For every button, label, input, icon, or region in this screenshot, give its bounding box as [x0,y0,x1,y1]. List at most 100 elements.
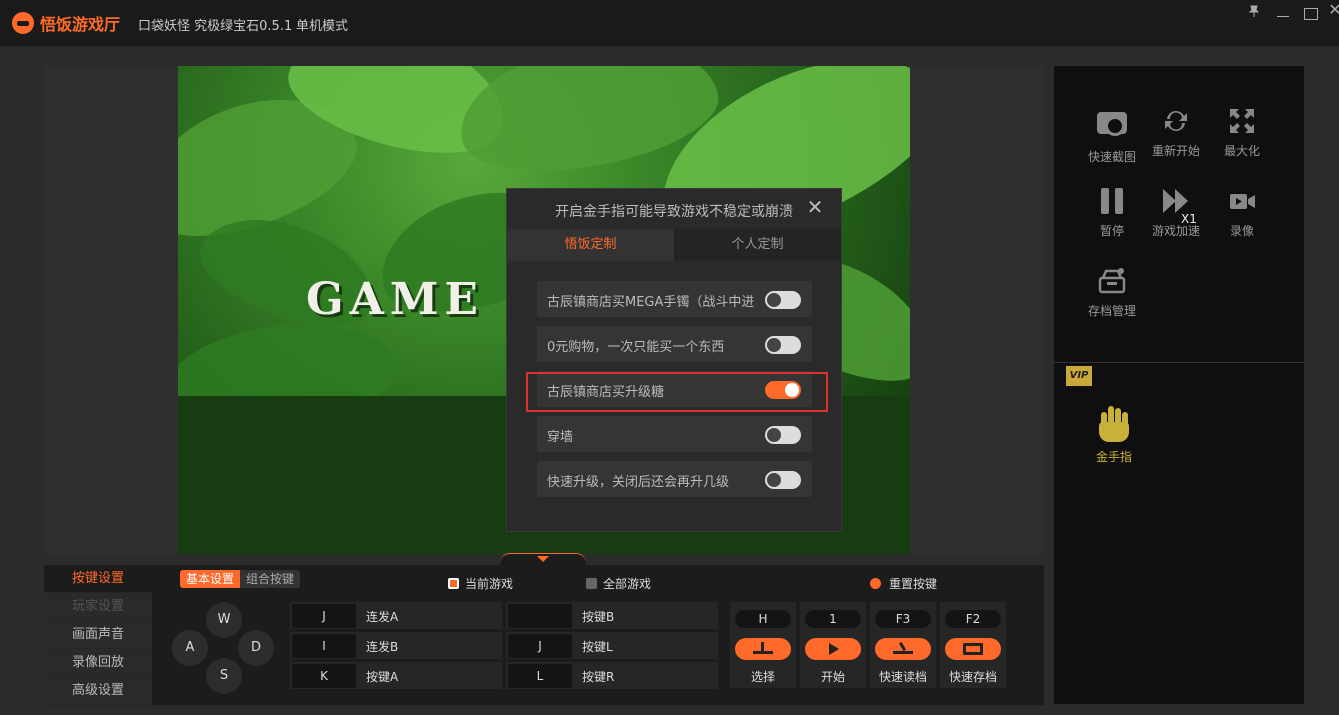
tab-wufan-custom[interactable]: 悟饭定制 [507,229,674,261]
key-binding[interactable] [508,604,572,628]
mode-label: 单机模式 [296,19,349,34]
game-screen-text: GAME [306,274,484,325]
pin-icon[interactable] [1243,4,1265,22]
refresh-icon [1161,106,1191,136]
highlight-box [526,372,828,412]
key-binding[interactable]: 1 [805,610,861,628]
start-button[interactable] [805,638,861,660]
key-cell[interactable]: I 连发B [290,632,502,659]
cheat-label: 0元购物，一次只能买一个东西 [547,340,725,355]
hand-icon [1097,406,1131,442]
pause-button[interactable]: 暂停 [1082,186,1142,239]
scope-all-games[interactable]: 全部游戏 [586,575,651,592]
title-bar: 悟饭游戏厅 口袋妖怪 究极绿宝石0.5.1 单机模式 ✕ [0,0,1339,46]
dpad-down-key[interactable]: S [206,658,242,694]
camera-icon [1097,112,1127,142]
side-divider [1054,362,1304,363]
key-cell[interactable]: K 按键A [290,662,502,689]
save-icon [963,643,983,655]
tool-label: 暂停 [1099,224,1124,238]
tool-label: 游戏加速 [1151,224,1200,238]
key-binding[interactable]: J [508,634,572,658]
speed-badge: X1 [1181,212,1197,226]
tab-combo-keys[interactable]: 组合按键 [240,570,301,588]
key-cell[interactable]: J 连发A [290,602,502,629]
minimize-button[interactable] [1272,4,1294,22]
key-action: 连发B [366,640,399,654]
cheat-button[interactable]: 金手指 [1084,406,1144,465]
key-action: 按键R [582,670,615,684]
dialog-close-icon[interactable]: ✕ [805,197,825,217]
scope-current-game[interactable]: 当前游戏 [448,575,513,592]
tool-label: 最大化 [1223,144,1260,158]
tab-personal-custom[interactable]: 个人定制 [674,229,841,261]
quick-save-block: F2 快速存档 [940,602,1006,688]
select-button[interactable] [735,638,791,660]
archive-icon [1097,266,1127,296]
cheat-dialog: 开启金手指可能导致游戏不稳定或崩溃 ✕ 悟饭定制 个人定制 古辰镇商店买MEGA… [506,188,842,532]
cheat-item[interactable]: 0元购物，一次只能买一个东西 [537,326,812,362]
fast-forward-icon: X1 [1161,186,1197,226]
key-binding[interactable]: H [735,610,791,628]
menu-player-settings[interactable]: 玩家设置 [44,593,152,621]
quick-save-button[interactable] [945,638,1001,660]
reset-dot-icon [870,578,881,589]
screenshot-button[interactable]: 快速截图 [1082,106,1142,165]
cheat-item[interactable]: 古辰镇商店买MEGA手镯（战斗中进 [537,281,812,317]
speed-up-button[interactable]: X1 游戏加速 [1146,186,1206,239]
select-key-block: H 选择 [730,602,796,688]
close-window-button[interactable]: ✕ [1324,0,1339,19]
tool-label: 重新开始 [1151,144,1200,158]
quick-load-button[interactable] [875,638,931,660]
reset-keys-label: 重置按键 [889,577,938,591]
menu-advanced[interactable]: 高级设置 [44,677,152,705]
record-button[interactable]: 录像 [1212,186,1272,239]
scope-all-label: 全部游戏 [603,577,652,591]
key-binding[interactable]: F3 [875,610,931,628]
reset-keys-button[interactable]: 重置按键 [870,575,937,592]
menu-key-settings[interactable]: 按键设置 [44,565,152,593]
key-binding[interactable]: L [508,664,572,688]
dpad-up-key[interactable]: W [206,602,242,638]
fn-label: 开始 [820,670,845,684]
cheat-label: 古辰镇商店买MEGA手镯（战斗中进 [547,295,755,310]
key-action: 按键L [582,640,613,654]
key-binding[interactable]: F2 [945,610,1001,628]
menu-video-audio[interactable]: 画面声音 [44,621,152,649]
radio-unchecked-icon [586,578,597,589]
key-action: 连发A [366,610,399,624]
radio-checked-icon [448,578,459,589]
tool-label: 快速截图 [1087,150,1136,164]
dialog-title: 开启金手指可能导致游戏不稳定或崩溃 [555,204,793,220]
save-manager-button[interactable]: 存档管理 [1082,266,1142,319]
quick-load-block: F3 快速读档 [870,602,936,688]
key-binding[interactable]: I [292,634,356,658]
tool-label: 存档管理 [1087,304,1136,318]
cheat-item[interactable]: 快速升级，关闭后还会再升几级 [537,461,812,497]
key-cell[interactable]: 按键B [506,602,718,629]
dpad-left-key[interactable]: A [172,630,208,666]
fn-label: 选择 [750,670,775,684]
restart-button[interactable]: 重新开始 [1146,106,1206,159]
key-cell[interactable]: L 按键R [506,662,718,689]
maximize-button[interactable] [1299,4,1321,22]
cheat-toggle[interactable] [765,336,801,354]
vip-badge: VIP [1066,366,1092,386]
key-binding[interactable]: K [292,664,356,688]
fn-label: 快速存档 [948,670,997,684]
cheat-label: 穿墙 [547,430,574,445]
cheat-toggle[interactable] [765,471,801,489]
dpad-right-key[interactable]: D [238,630,274,666]
cheat-toggle[interactable] [765,426,801,444]
key-action: 按键A [366,670,399,684]
pause-icon [1097,186,1127,216]
menu-replay[interactable]: 录像回放 [44,649,152,677]
cheat-toggle[interactable] [765,291,801,309]
key-cell[interactable]: J 按键L [506,632,718,659]
tab-basic-settings[interactable]: 基本设置 [180,570,241,588]
key-binding[interactable]: J [292,604,356,628]
cheat-item[interactable]: 穿墙 [537,416,812,452]
key-subtabs: 基本设置 组合按键 [180,570,301,588]
collapse-toggle[interactable] [500,553,586,565]
maximize-game-button[interactable]: 最大化 [1212,106,1272,159]
